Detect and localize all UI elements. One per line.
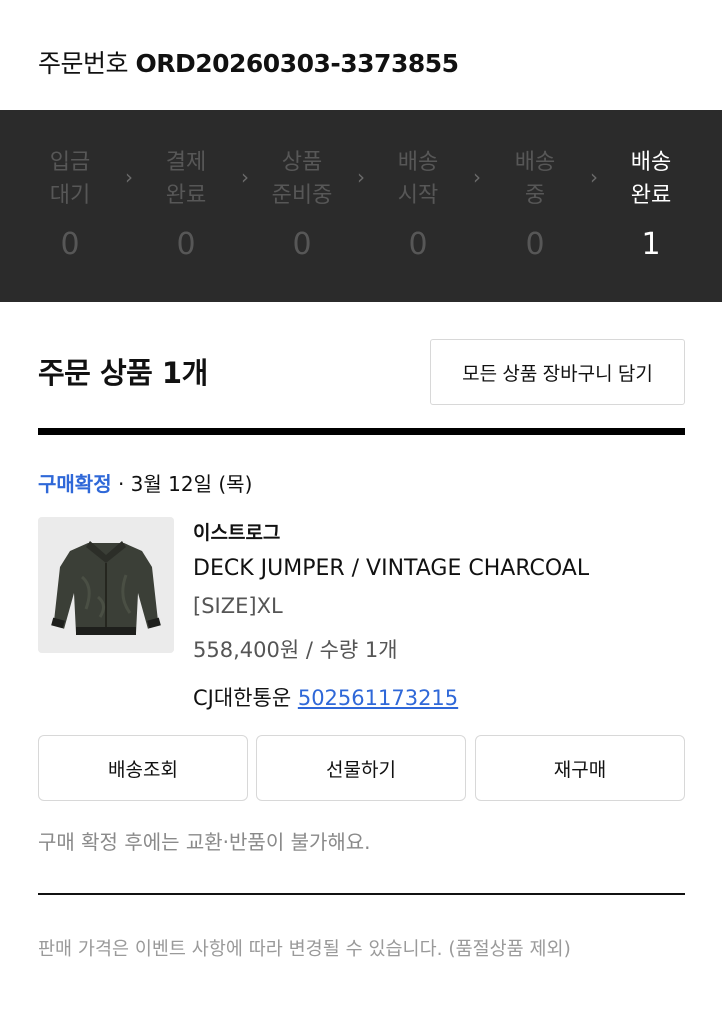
step-count: 1 (641, 227, 661, 262)
product-image[interactable] (38, 517, 174, 653)
step-label: 배송 완료 (630, 150, 672, 208)
step-payment-complete: 결제 완료 0 (138, 146, 234, 262)
purchase-date: · 3월 12일 (목) (111, 472, 253, 496)
item-status-line: 구매확정 · 3월 12일 (목) (38, 468, 252, 497)
track-shipment-button[interactable]: 배송조회 (38, 735, 248, 801)
chevron-right-icon: › (125, 165, 133, 189)
shipping-info: CJ대한통운 502561173215 (193, 682, 458, 712)
chevron-right-icon: › (473, 165, 481, 189)
step-preparing: 상품 준비중 0 (254, 146, 350, 262)
step-payment-pending: 입금 대기 0 (22, 146, 118, 262)
step-in-transit: 배송 중 0 (487, 146, 583, 262)
step-label: 결제 완료 (165, 150, 207, 208)
product-option: [SIZE]XL (193, 594, 283, 618)
section-title: 주문 상품 1개 (38, 356, 208, 390)
add-all-to-cart-button[interactable]: 모든 상품 장바구니 담기 (430, 339, 685, 405)
order-status-bar: 입금 대기 0 › 결제 완료 0 › 상품 준비중 0 › 배송 시작 0 ›… (0, 110, 722, 302)
reorder-button[interactable]: 재구매 (475, 735, 685, 801)
price-notice: 판매 가격은 이벤트 사항에 따라 변경될 수 있습니다. (품절상품 제외) (38, 939, 571, 960)
chevron-right-icon: › (357, 165, 365, 189)
product-name[interactable]: DECK JUMPER / VINTAGE CHARCOAL (193, 556, 589, 581)
order-number: 주문번호 ORD20260303-3373855 (38, 44, 459, 80)
step-delivered: 배송 완료 1 (603, 146, 699, 262)
step-label: 배송 중 (514, 150, 556, 208)
chevron-right-icon: › (590, 165, 598, 189)
step-count: 0 (292, 227, 312, 262)
step-label: 상품 준비중 (271, 150, 333, 208)
tracking-number-link[interactable]: 502561173215 (298, 686, 458, 710)
step-label: 배송 시작 (397, 150, 439, 208)
step-count: 0 (60, 227, 80, 262)
carrier-name: CJ대한통운 (193, 686, 292, 710)
jacket-image-icon (38, 517, 174, 653)
footer-divider (38, 893, 685, 895)
send-gift-button[interactable]: 선물하기 (256, 735, 466, 801)
step-count: 0 (408, 227, 428, 262)
step-label: 입금 대기 (49, 150, 91, 208)
section-divider (38, 428, 685, 435)
order-number-label: 주문번호 (38, 49, 129, 78)
step-count: 0 (176, 227, 196, 262)
confirm-notice: 구매 확정 후에는 교환·반품이 불가해요. (38, 830, 371, 854)
product-price-quantity: 558,400원 / 수량 1개 (193, 638, 398, 662)
chevron-right-icon: › (241, 165, 249, 189)
purchase-status: 구매확정 (38, 472, 112, 496)
product-brand[interactable]: 이스트로그 (193, 518, 280, 545)
step-count: 0 (525, 227, 545, 262)
step-shipping-started: 배송 시작 0 (370, 146, 466, 262)
order-number-value: ORD20260303-3373855 (135, 49, 459, 78)
